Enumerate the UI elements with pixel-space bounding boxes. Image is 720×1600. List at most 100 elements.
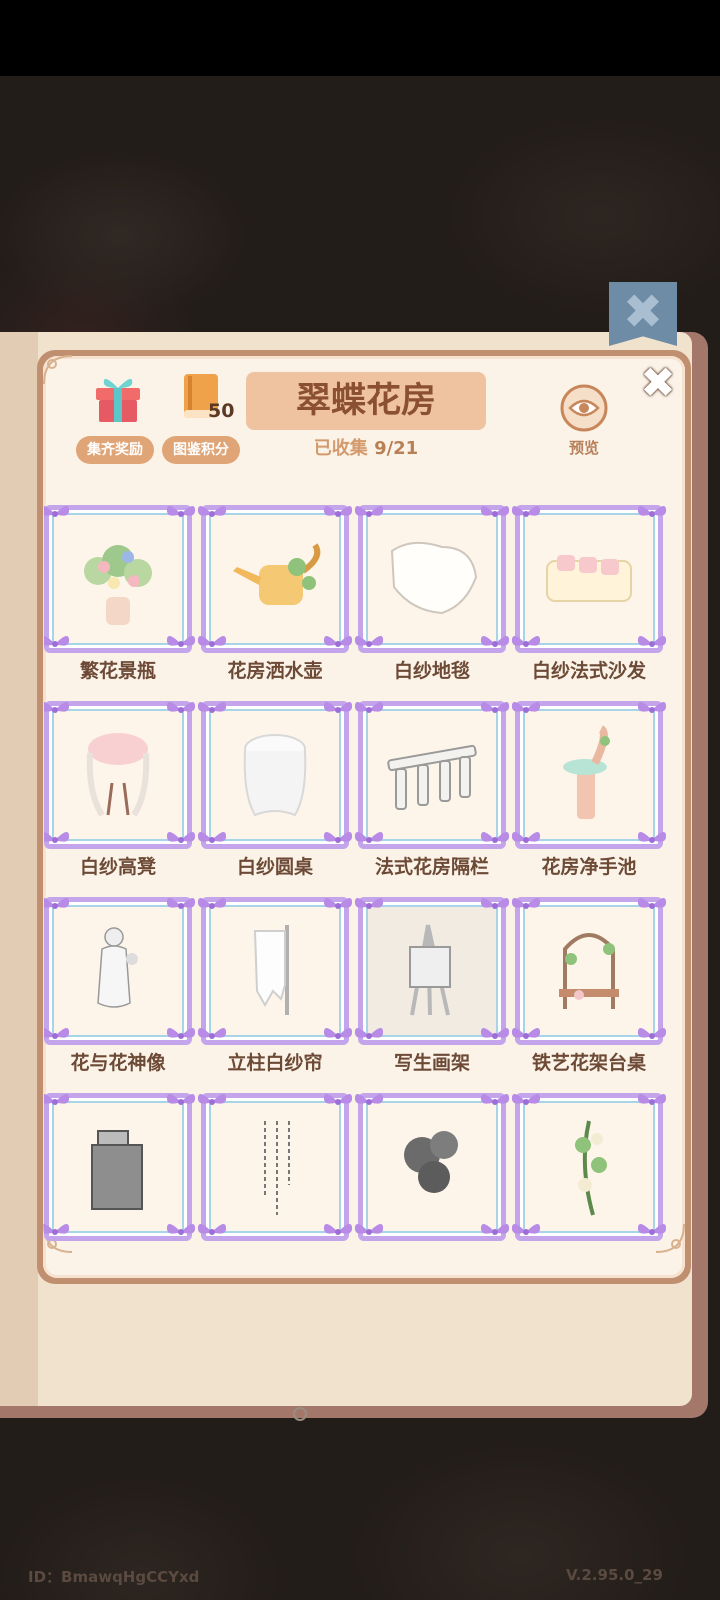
collection-item-card[interactable] — [197, 701, 353, 849]
ribbon-bow-icon — [635, 1217, 669, 1247]
ribbon-bow-icon — [478, 1021, 512, 1051]
ribbon-bow-icon — [164, 891, 198, 921]
ribbon-bow-icon — [321, 695, 355, 725]
ribbon-bow-icon — [352, 629, 386, 659]
collection-item-card[interactable] — [354, 505, 510, 653]
ribbon-bow-icon — [635, 695, 669, 725]
collection-item-card[interactable] — [511, 505, 667, 653]
player-id: ID：BmawqHgCCYxd — [28, 1568, 200, 1586]
ribbon-bow-icon — [352, 891, 386, 921]
ribbon-bow-icon — [321, 629, 355, 659]
preview-button[interactable]: 预览 — [554, 436, 614, 460]
collection-item-card[interactable] — [44, 701, 196, 849]
ribbon-bow-icon — [509, 1217, 543, 1247]
hanging-beads-icon — [225, 1115, 325, 1219]
ribbon-bow-icon — [321, 1021, 355, 1051]
ribbon-bow-icon — [195, 825, 229, 855]
ribbon-bow-icon — [321, 505, 355, 529]
dark-vine-icon — [382, 1115, 482, 1219]
corner-ornament-icon — [40, 352, 76, 388]
collection-item-card[interactable] — [197, 897, 353, 1045]
collection-item-card[interactable] — [44, 1093, 196, 1241]
points-button[interactable]: 图鉴积分 — [162, 436, 240, 464]
book-ring-icon — [293, 1407, 307, 1421]
item-label: 白纱高凳 — [79, 856, 156, 878]
ribbon-bow-icon — [352, 695, 386, 725]
item-label: 繁花景瓶 — [79, 660, 156, 682]
ribbon-bow-icon — [44, 695, 72, 725]
item-label: 写生画架 — [393, 1052, 470, 1074]
collection-item-card[interactable] — [354, 1093, 510, 1241]
collection-item-card[interactable] — [511, 1093, 667, 1241]
ribbon-bow-icon — [635, 629, 669, 659]
goddess-statue-icon — [68, 919, 168, 1023]
ribbon-bow-icon — [352, 1217, 386, 1247]
collected-progress: 已收集 9/21 — [246, 434, 486, 464]
status-bar — [0, 0, 720, 76]
ribbon-bookmark[interactable]: ✖ — [609, 282, 677, 346]
ribbon-bow-icon — [635, 1087, 669, 1117]
item-label: 立柱白纱帘 — [227, 1052, 323, 1074]
item-label: 花与花神像 — [70, 1052, 166, 1074]
ribbon-bow-icon — [352, 505, 386, 529]
item-label: 花房净手池 — [541, 856, 637, 878]
iron-side-table-icon — [68, 1115, 168, 1219]
ribbon-bow-icon — [478, 629, 512, 659]
ribbon-bow-icon — [164, 505, 198, 529]
tall-stool-icon — [68, 723, 168, 827]
ribbon-bow-icon — [321, 1087, 355, 1117]
flower-vase-icon — [68, 527, 168, 631]
ribbon-bow-icon — [195, 891, 229, 921]
ribbon-bow-icon — [44, 505, 72, 529]
ribbon-bow-icon — [352, 1087, 386, 1117]
ribbon-bow-icon — [635, 1021, 669, 1051]
ribbon-bow-icon — [164, 825, 198, 855]
collection-item-card[interactable] — [511, 701, 667, 849]
item-label: 白纱法式沙发 — [531, 660, 646, 682]
ribbon-bow-icon — [478, 1217, 512, 1247]
eye-icon[interactable] — [560, 384, 608, 432]
ribbon-bow-icon — [635, 505, 669, 529]
washbasin-icon — [539, 723, 639, 827]
collected-label: 已收集 — [313, 438, 368, 459]
ribbon-bow-icon — [195, 695, 229, 725]
reward-button[interactable]: 集齐奖励 — [76, 436, 154, 464]
ribbon-bow-icon — [635, 891, 669, 921]
collection-item-card[interactable] — [354, 701, 510, 849]
ribbon-bow-icon — [509, 629, 543, 659]
collection-item-card[interactable] — [354, 897, 510, 1045]
ribbon-bow-icon — [195, 1021, 229, 1051]
points-book-icon[interactable]: 50 — [180, 372, 240, 428]
ribbon-bow-icon — [164, 1217, 198, 1247]
item-label: 花房洒水壶 — [227, 660, 323, 682]
ribbon-bow-icon — [195, 1217, 229, 1247]
ribbon-bow-icon — [478, 695, 512, 725]
ribbon-bow-icon — [44, 825, 72, 855]
collection-item-card[interactable] — [511, 897, 667, 1045]
ribbon-bow-icon — [44, 629, 72, 659]
ribbon-bow-icon — [321, 891, 355, 921]
collection-item-card[interactable] — [197, 505, 353, 653]
ribbon-bow-icon — [321, 825, 355, 855]
ribbon-bow-icon — [509, 825, 543, 855]
flower-vine-icon — [539, 1115, 639, 1219]
curtain-post-icon — [225, 919, 325, 1023]
ribbon-bow-icon — [44, 1217, 72, 1247]
page-title: 翠蝶花房 — [246, 372, 486, 430]
white-rug-icon — [382, 527, 482, 631]
item-label: 法式花房隔栏 — [374, 856, 489, 878]
ribbon-bow-icon — [509, 891, 543, 921]
ribbon-bow-icon — [164, 1087, 198, 1117]
collection-item-card[interactable] — [44, 505, 196, 653]
iron-flower-shelf-icon — [539, 919, 639, 1023]
ribbon-bow-icon — [195, 629, 229, 659]
ribbon-bow-icon — [478, 891, 512, 921]
ribbon-bow-icon — [478, 505, 512, 529]
ribbon-bow-icon — [164, 629, 198, 659]
collection-item-card[interactable] — [44, 897, 196, 1045]
close-button[interactable]: ✖ — [637, 362, 679, 404]
collection-item-card[interactable] — [197, 1093, 353, 1241]
ribbon-bow-icon — [44, 1087, 72, 1117]
gift-icon[interactable] — [92, 370, 144, 424]
ribbon-bow-icon — [352, 825, 386, 855]
